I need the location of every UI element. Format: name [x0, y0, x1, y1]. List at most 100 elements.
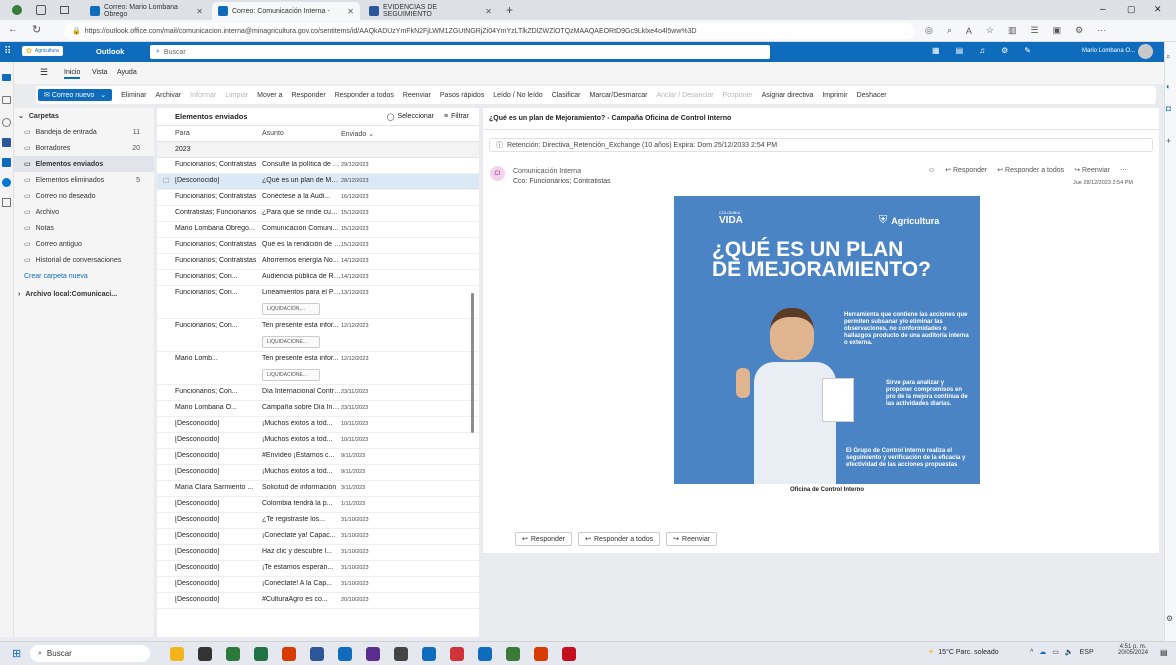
more-icon[interactable]: ⋯ [1097, 25, 1106, 36]
refresh-icon[interactable]: ↻ [32, 23, 41, 36]
reply-bottom-button[interactable]: ↩ Responder [515, 532, 573, 546]
settings-icon[interactable]: ⚙ [1166, 614, 1173, 623]
tab-vista[interactable]: Vista [92, 69, 107, 76]
tab-ayuda[interactable]: Ayuda [117, 69, 137, 76]
table-row[interactable]: [Desconocido] ¡Conéctate ya! Capac... 31/1… [157, 529, 479, 545]
select-button[interactable]: ◯ Seleccionar [387, 113, 434, 121]
reply-all-bottom-button[interactable]: ↩ Responder a todos [578, 532, 661, 546]
close-icon[interactable]: ✕ [485, 7, 492, 16]
filter-button[interactable]: ≡ Filtrar [444, 113, 469, 120]
teams-icon[interactable]: ▦ [932, 46, 940, 55]
outlook-icon[interactable]: ◘ [1166, 104, 1171, 113]
table-row[interactable]: Funcionarios; Con... Lineamientos para el… [157, 286, 479, 319]
folder-item-3[interactable]: ▭ Elementos eliminados 5 [14, 172, 154, 188]
table-row[interactable]: Funcionarios; Contratistas Qué es la rend… [157, 238, 479, 254]
reply-button[interactable]: ↩ Responder [945, 166, 987, 174]
ribbon-button-15[interactable]: Imprimir [822, 92, 847, 99]
ribbon-button-7[interactable]: Reenviar [403, 92, 431, 99]
taskbar-app-icon[interactable] [310, 647, 324, 661]
table-row[interactable]: [Desconocido] ¿Te registraste los... 31/10… [157, 513, 479, 529]
table-row[interactable]: Mario Lombana Obrego... Comunicación Comu… [157, 222, 479, 238]
hamburger-icon[interactable]: ☰ [40, 67, 48, 78]
ribbon-button-1[interactable]: Archivar [155, 92, 181, 99]
table-row[interactable]: Funcionarios; Con... Audiencia pública de… [157, 270, 479, 286]
taskbar-app-icon[interactable] [366, 647, 380, 661]
create-folder-link[interactable]: Crear carpeta nueva [14, 268, 154, 284]
extensions-icon[interactable]: ⚙ [1075, 25, 1083, 36]
taskbar-app-icon[interactable] [226, 647, 240, 661]
ribbon-button-6[interactable]: Responder a todos [335, 92, 394, 99]
table-row[interactable]: Funcionarios; Contratistas Consulte la po… [157, 158, 479, 174]
taskbar-app-icon[interactable] [282, 647, 296, 661]
table-row[interactable]: [Desconocido] ¡Te estamos esperan... 31/10… [157, 561, 479, 577]
split-icon[interactable]: ▥ [1008, 25, 1017, 36]
taskbar-app-icon[interactable] [450, 647, 464, 661]
avatar[interactable] [1138, 44, 1153, 59]
table-row[interactable]: [Desconocido] ¡Muchos éxitos a tod... 10/1… [157, 417, 479, 433]
ribbon-button-4[interactable]: Mover a [257, 92, 282, 99]
taskbar-app-icon[interactable] [562, 647, 576, 661]
taskbar-app-icon[interactable] [394, 647, 408, 661]
app-name[interactable]: Outlook [96, 47, 124, 56]
table-row[interactable]: Funcionarios; Con... Ten presente esta in… [157, 319, 479, 352]
attachment-chip[interactable]: LIQUIDACIONE... [262, 336, 320, 348]
taskbar-app-icon[interactable] [478, 647, 492, 661]
tab-actions-icon[interactable] [60, 6, 69, 14]
table-row[interactable]: [Desconocido] ¡Muchos éxitos a tod... 9/11… [157, 465, 479, 481]
folder-item-1[interactable]: ▭ Borradores 20 [14, 140, 154, 156]
zoom-icon[interactable]: ⌕ [947, 25, 952, 36]
text-size-icon[interactable]: A [966, 26, 972, 36]
folder-item-2[interactable]: ▭ Elementos enviados [14, 156, 154, 172]
ribbon-button-11[interactable]: Marcar/Desmarcar [589, 92, 647, 99]
browser-tab-3[interactable]: EVIDENCIAS DE SEGUIMIENTO ✕ [363, 2, 498, 20]
folder-item-8[interactable]: ▭ Historial de conversaciones [14, 252, 154, 268]
tab-inicio[interactable]: Inicio [64, 69, 81, 79]
copilot-icon[interactable]: ◐ [1166, 82, 1171, 91]
url-field[interactable]: 🔒 https://outlook.office.com/mail/comuni… [64, 23, 914, 39]
ribbon-button-5[interactable]: Responder [291, 92, 325, 99]
ribbon-button-10[interactable]: Clasificar [552, 92, 581, 99]
table-row[interactable]: Mario Lombana O... Campaña sobre Día Inte… [157, 401, 479, 417]
user-name[interactable]: Mario Lombana O... [1082, 48, 1135, 54]
table-row[interactable]: Funcionarios; Contratistas Conéctese a la… [157, 190, 479, 206]
todo-icon[interactable] [2, 158, 11, 167]
folder-item-7[interactable]: ▭ Correo antiguo [14, 236, 154, 252]
table-row[interactable]: Funcionarios; Con... Día Internacional Co… [157, 385, 479, 401]
taskbar-app-icon[interactable] [422, 647, 436, 661]
taskbar-app-icon[interactable] [506, 647, 520, 661]
table-row[interactable]: María Clara Sarmiento ... Solicitud de in… [157, 481, 479, 497]
taskbar-app-icon[interactable] [254, 647, 268, 661]
scrollbar[interactable] [471, 293, 474, 433]
folder-item-6[interactable]: ▭ Notas [14, 220, 154, 236]
table-row[interactable]: Contratistas; Funcionarios ¿Para qué se r… [157, 206, 479, 222]
table-row[interactable]: [Desconocido] #CulturaAgro es co... 20/10/… [157, 593, 479, 609]
favorites-icon[interactable]: ☰ [1031, 25, 1039, 36]
restore-icon[interactable]: ▢ [1127, 4, 1136, 15]
taskbar-app-icon[interactable] [534, 647, 548, 661]
search-icon[interactable]: ⌕ [1166, 52, 1170, 62]
emoji-icon[interactable]: ☺ [928, 167, 935, 174]
back-icon[interactable]: ← [8, 24, 18, 35]
calendar-icon[interactable]: ▤ [956, 46, 964, 55]
ribbon-button-13[interactable]: Posponer [723, 92, 753, 99]
onedrive-icon[interactable]: ☁ [1039, 648, 1046, 656]
column-enviado[interactable]: Enviado ⌄ [341, 130, 391, 138]
volume-icon[interactable]: 🔈 [1065, 648, 1074, 656]
attachment-chip[interactable]: LIQUIDACIONE... [262, 369, 320, 381]
ribbon-button-16[interactable]: Deshacer [857, 92, 887, 99]
windows-start-icon[interactable]: ⊞ [12, 647, 21, 660]
table-row[interactable]: [Desconocido] Haz clic y descubre l... 31/… [157, 545, 479, 561]
table-row[interactable]: [Desconocido] #Envídeo ¡Estamos c... 9/11/… [157, 449, 479, 465]
browser-tab-1[interactable]: Correo: Mario Lombana Obrego ✕ [84, 2, 209, 20]
column-para[interactable]: Para [175, 130, 257, 137]
close-icon[interactable]: ✕ [196, 7, 203, 16]
taskbar-app-icon[interactable] [338, 647, 352, 661]
taskbar-search[interactable]: ⌕ Buscar [30, 645, 150, 662]
word-icon[interactable] [2, 138, 11, 147]
more-icon[interactable]: ⋯ [1120, 166, 1127, 174]
read-aloud-icon[interactable]: ◎ [925, 25, 933, 36]
clock[interactable]: 4:51 p. m. 20/05/2024 [1118, 644, 1148, 656]
table-row[interactable]: Mario Lomb... Ten presente esta infor... 1… [157, 352, 479, 385]
forward-bottom-button[interactable]: ↪ Reenviar [666, 532, 718, 546]
local-archive[interactable]: › Archivo local:Comunicaci... [14, 286, 154, 302]
